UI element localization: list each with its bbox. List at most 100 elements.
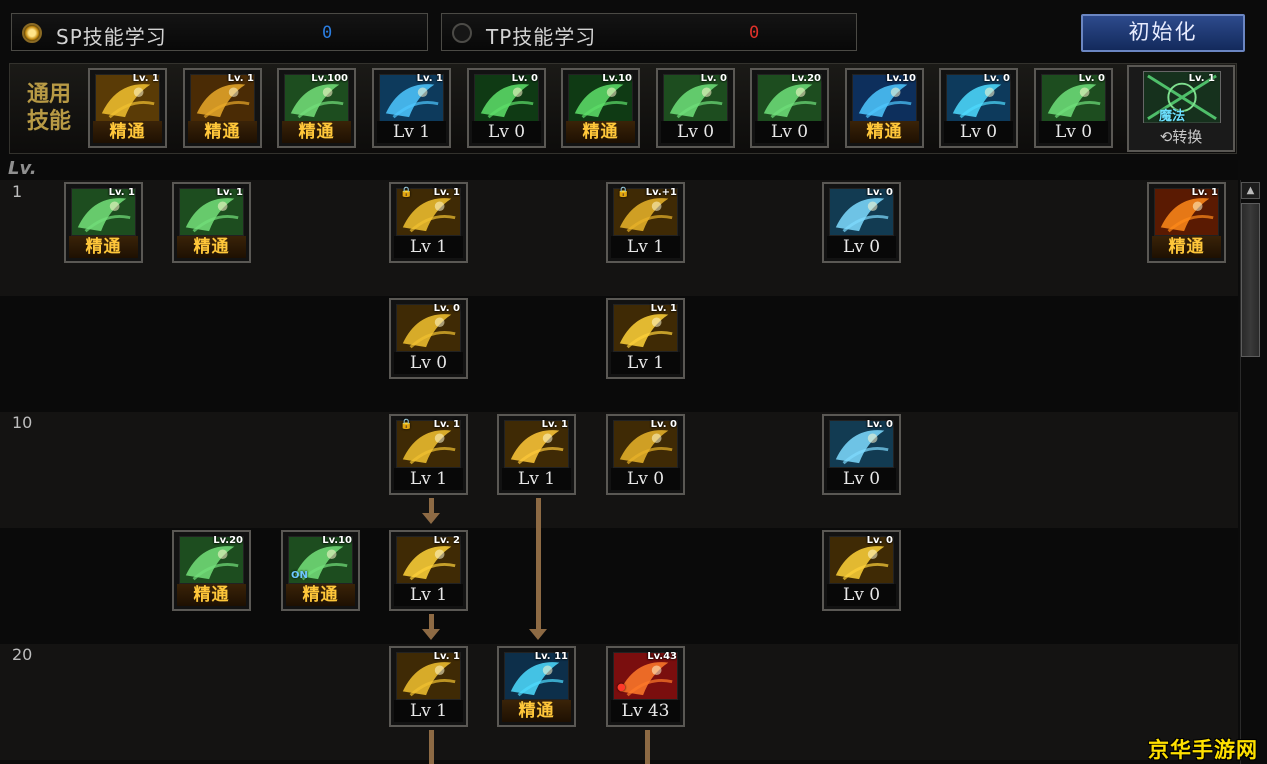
skill-level-tag: Lv. 1 bbox=[132, 73, 159, 84]
mastered-label: 精通 bbox=[566, 121, 635, 143]
skill-level-label: Lv 1 bbox=[394, 236, 463, 258]
skill-level-tag: Lv.20 bbox=[213, 535, 243, 546]
skill-slot[interactable]: Lv. 1 精通 bbox=[64, 182, 143, 263]
tp-learn-tab[interactable]: TP技能学习 0 bbox=[441, 13, 857, 51]
skill-level-label: Lv 1 bbox=[502, 468, 571, 490]
skill-slot[interactable]: Lv.10 ON 精通 bbox=[281, 530, 360, 611]
skill-connector bbox=[429, 614, 434, 630]
skill-level-label: Lv 0 bbox=[1039, 121, 1108, 143]
skill-level-tag: Lv. 0 bbox=[866, 187, 893, 198]
swap-icon: ⟲ bbox=[1159, 128, 1173, 146]
scrollbar-thumb[interactable] bbox=[1241, 203, 1260, 357]
scroll-up-button[interactable]: ▲ bbox=[1241, 182, 1260, 199]
skill-level-tag: Lv. 1 bbox=[108, 187, 135, 198]
skill-level-label: Lv 1 bbox=[377, 121, 446, 143]
connector-arrow-icon bbox=[529, 629, 547, 640]
skill-level-label: Lv 0 bbox=[827, 468, 896, 490]
skill-level-tag: Lv. 1 bbox=[416, 73, 443, 84]
mastered-label: 精通 bbox=[502, 700, 571, 722]
tp-value: 0 bbox=[749, 23, 760, 43]
skill-level-tag: Lv. 0 bbox=[1078, 73, 1105, 84]
skill-level-tag: Lv. 1 bbox=[216, 187, 243, 198]
skill-level-label: Lv 43 bbox=[611, 700, 680, 722]
skill-slot[interactable]: Lv. 0 Lv 0 bbox=[389, 298, 468, 379]
skill-connector bbox=[429, 498, 434, 514]
skill-slot[interactable]: Lv. 1 精通 bbox=[88, 68, 167, 148]
row-level-label: 10 bbox=[12, 413, 33, 432]
skill-slot[interactable]: Lv.100 精通 bbox=[277, 68, 356, 148]
skill-slot[interactable]: Lv. 0 Lv 0 bbox=[822, 530, 901, 611]
skill-slot[interactable]: ● Lv.43 Lv 43 bbox=[606, 646, 685, 727]
reset-button[interactable]: 初始化 bbox=[1081, 14, 1245, 52]
skill-level-tag: Lv. 1 bbox=[1191, 187, 1218, 198]
mode-name: 魔法 bbox=[1159, 109, 1186, 124]
skill-level-label: Lv 0 bbox=[827, 236, 896, 258]
skill-slot[interactable]: 🔒 Lv.+1 Lv 1 bbox=[606, 182, 685, 263]
skill-slot[interactable]: Lv. 0 Lv 0 bbox=[606, 414, 685, 495]
skill-slot[interactable]: Lv. 2 Lv 1 bbox=[389, 530, 468, 611]
skill-level-tag: Lv.+1 bbox=[645, 187, 677, 198]
sp-learn-tab[interactable]: SP技能学习 0 bbox=[11, 13, 428, 51]
skill-slot[interactable]: Lv. 0 Lv 0 bbox=[1034, 68, 1113, 148]
row-level-label: 1 bbox=[12, 182, 23, 201]
skill-slot[interactable]: Lv. 0 Lv 0 bbox=[822, 414, 901, 495]
skill-level-label: Lv 0 bbox=[661, 121, 730, 143]
switch-label: ⟲转换 bbox=[1129, 126, 1233, 147]
skill-level-tag: Lv. 0 bbox=[866, 419, 893, 430]
skill-slot[interactable]: Lv. 0 Lv 0 bbox=[467, 68, 546, 148]
toggle-on-label: ON bbox=[291, 570, 308, 581]
mode-switch-button[interactable]: Lv. 1 魔法 ⟲转换 bbox=[1127, 65, 1235, 152]
skill-slot[interactable]: Lv. 1 Lv 1 bbox=[372, 68, 451, 148]
skill-slot[interactable]: Lv.10 精通 bbox=[845, 68, 924, 148]
skill-level-tag: Lv.43 bbox=[647, 651, 677, 662]
lock-icon: 🔒 bbox=[400, 419, 413, 430]
skill-level-label: Lv 0 bbox=[472, 121, 541, 143]
skill-level-tag: Lv.20 bbox=[791, 73, 821, 84]
skill-slot[interactable]: 🔒 Lv. 1 Lv 1 bbox=[389, 414, 468, 495]
connector-arrow-icon bbox=[422, 513, 440, 524]
skill-level-tag: Lv.100 bbox=[311, 73, 348, 84]
skill-level-label: Lv 1 bbox=[394, 584, 463, 606]
skill-slot[interactable]: Lv. 1 Lv 1 bbox=[606, 298, 685, 379]
skill-level-tag: Lv. 0 bbox=[983, 73, 1010, 84]
skill-slot[interactable]: Lv.20 精通 bbox=[172, 530, 251, 611]
skill-slot[interactable]: Lv. 1 Lv 1 bbox=[497, 414, 576, 495]
skill-level-tag: Lv. 1 bbox=[541, 419, 568, 430]
skill-level-label: Lv 0 bbox=[755, 121, 824, 143]
skill-level-tag: Lv. 0 bbox=[700, 73, 727, 84]
skill-level-tag: Lv. 2 bbox=[433, 535, 460, 546]
switch-text: 转换 bbox=[1172, 128, 1203, 146]
skill-slot[interactable]: Lv.10 精通 bbox=[561, 68, 640, 148]
skill-level-label: Lv 1 bbox=[611, 352, 680, 374]
skill-level-tag: Lv.10 bbox=[886, 73, 916, 84]
skill-level-label: Lv 0 bbox=[944, 121, 1013, 143]
skill-level-tag: Lv.10 bbox=[322, 535, 352, 546]
skill-slot[interactable]: Lv. 0 Lv 0 bbox=[939, 68, 1018, 148]
skill-slot[interactable]: Lv. 0 Lv 0 bbox=[656, 68, 735, 148]
skill-connector bbox=[429, 730, 434, 764]
mastered-label: 精通 bbox=[850, 121, 919, 143]
skill-level-label: Lv 0 bbox=[394, 352, 463, 374]
skill-slot[interactable]: Lv. 1 精通 bbox=[183, 68, 262, 148]
skill-level-tag: Lv. 0 bbox=[511, 73, 538, 84]
sp-radio-icon[interactable] bbox=[22, 23, 42, 43]
skill-slot[interactable]: Lv. 11 精通 bbox=[497, 646, 576, 727]
skill-level-tag: Lv. 1 bbox=[433, 651, 460, 662]
sp-label: SP技能学习 bbox=[56, 25, 167, 49]
lock-icon: 🔒 bbox=[617, 187, 630, 198]
mastered-label: 精通 bbox=[282, 121, 351, 143]
skill-slot[interactable]: 🔒 Lv. 1 Lv 1 bbox=[389, 182, 468, 263]
skill-slot[interactable]: Lv. 1 精通 bbox=[172, 182, 251, 263]
skill-slot[interactable]: Lv.20 Lv 0 bbox=[750, 68, 829, 148]
skill-level-tag: Lv. 1 bbox=[433, 419, 460, 430]
alert-icon: ● bbox=[617, 682, 626, 693]
skill-slot[interactable]: Lv. 1 精通 bbox=[1147, 182, 1226, 263]
mastered-label: 精通 bbox=[93, 121, 162, 143]
common-skills-title: 通用技能 bbox=[26, 82, 71, 134]
skill-slot[interactable]: Lv. 0 Lv 0 bbox=[822, 182, 901, 263]
row-level-label: 20 bbox=[12, 645, 33, 664]
mode-level-tag: Lv. 1 bbox=[1188, 73, 1215, 84]
skill-slot[interactable]: Lv. 1 Lv 1 bbox=[389, 646, 468, 727]
skill-level-label: Lv 1 bbox=[394, 468, 463, 490]
tp-radio-icon[interactable] bbox=[452, 23, 472, 43]
